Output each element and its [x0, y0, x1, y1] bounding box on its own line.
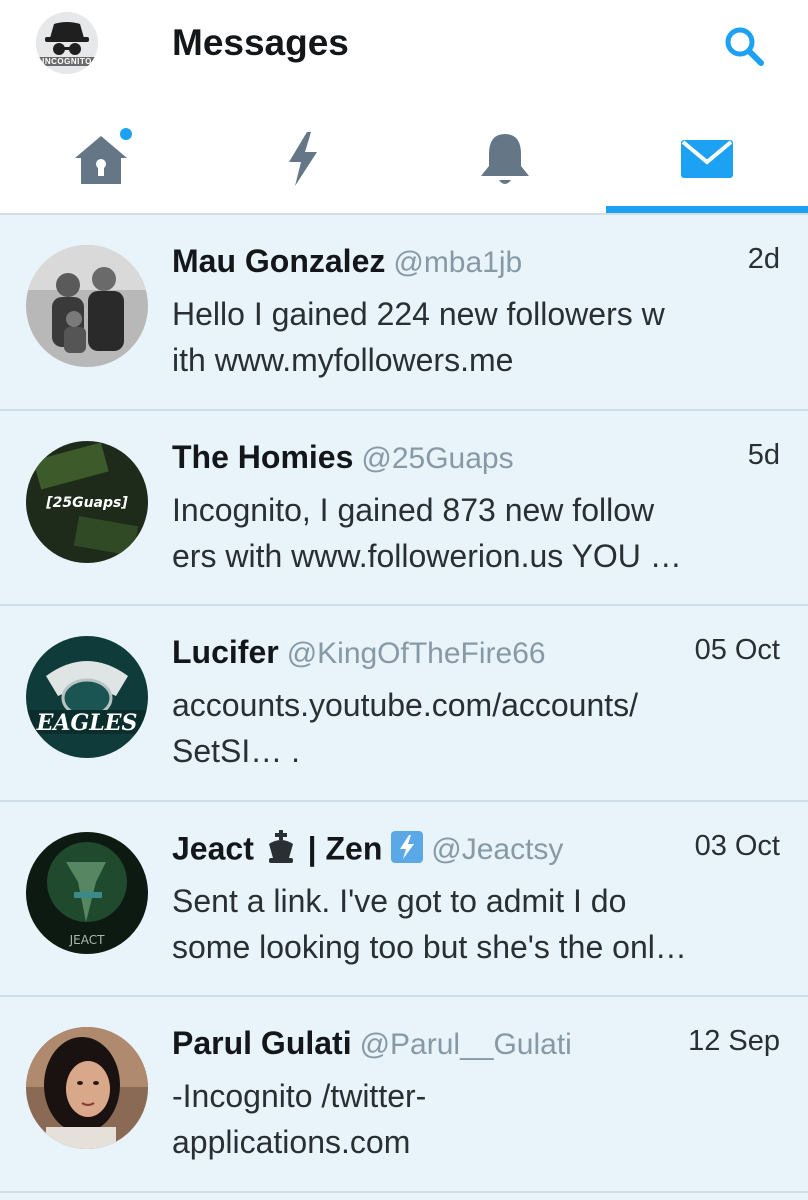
chess-king-icon	[263, 829, 299, 872]
search-button[interactable]	[722, 24, 766, 68]
top-bar: INCOGNITO Messages	[0, 0, 808, 100]
list-item[interactable]: EAGLES Lucifer @KingOfTheFire66 05 Oct ac…	[0, 606, 808, 802]
lightning-badge-icon	[391, 830, 424, 871]
message-preview: Hello I gained 224 new followers w ith w…	[172, 296, 665, 378]
timestamp: 05 Oct	[694, 634, 780, 666]
sender-name: The Homies	[172, 438, 354, 475]
tab-bar	[0, 110, 808, 215]
sender-handle: @Parul__Gulati	[359, 1028, 572, 1061]
avatar	[26, 1027, 148, 1149]
sender-name: Mau Gonzalez	[172, 243, 386, 279]
message-preview: accounts.youtube.com/accounts/ SetSI… .	[172, 687, 639, 769]
avatar-label: EAGLES	[36, 710, 138, 736]
search-icon	[725, 27, 764, 66]
sender-handle: @25Guaps	[361, 441, 514, 475]
profile-photo: EAGLES	[26, 636, 148, 758]
avatar	[26, 245, 148, 367]
profile-photo	[26, 1027, 148, 1149]
avatar: EAGLES	[26, 636, 148, 758]
list-item[interactable]: Mau Gonzalez @mba1jb 2d Hello I gained 22…	[0, 215, 808, 411]
account-tag: INCOGNITO	[38, 57, 96, 66]
sender-handle: @Jeactsy	[431, 832, 564, 866]
avatar-label: [25Guaps]	[45, 495, 128, 511]
tab-moments[interactable]	[202, 110, 404, 215]
active-tab-indicator	[606, 206, 808, 213]
home-icon	[75, 128, 132, 184]
sender-handle: @KingOfTheFire66	[286, 637, 546, 670]
avatar: [25Guaps]	[26, 440, 148, 563]
sender-name-suffix: | Zen	[307, 829, 383, 866]
avatar: JEACT	[26, 831, 148, 954]
message-preview: Sent a link. I've got to admit I do some…	[172, 882, 687, 965]
sender-name: Lucifer	[172, 634, 279, 670]
message-preview: Incognito, I gained 873 new follow ers w…	[172, 491, 682, 574]
page-title: Messages	[172, 22, 349, 63]
timestamp: 12 Sep	[688, 1025, 780, 1057]
sender-name: Parul Gulati	[172, 1025, 352, 1061]
lightning-icon	[289, 132, 317, 186]
profile-photo	[26, 245, 148, 367]
timestamp: 5d	[747, 438, 780, 471]
tab-notifications[interactable]	[404, 110, 606, 215]
avatar-label: JEACT	[69, 933, 105, 947]
bell-icon	[481, 134, 529, 184]
tab-messages[interactable]	[606, 110, 808, 215]
timestamp: 03 Oct	[694, 829, 780, 862]
message-list: Mau Gonzalez @mba1jb 2d Hello I gained 22…	[0, 215, 808, 1193]
profile-photo: [25Guaps]	[26, 440, 148, 563]
notification-dot	[120, 128, 132, 140]
message-preview: -Incognito /twitter- applications.com	[172, 1078, 427, 1160]
app-header: INCOGNITO Messages	[0, 0, 808, 215]
list-item[interactable]: JEACT Jeact | Zen @Jeactsy 03 Oct Sent a…	[0, 801, 808, 997]
list-item[interactable]: Parul Gulati @Parul__Gulati 12 Sep -Incog…	[0, 997, 808, 1193]
tab-home[interactable]	[0, 110, 202, 215]
sender-handle: @mba1jb	[393, 246, 523, 279]
timestamp: 2d	[747, 243, 780, 275]
envelope-icon	[681, 140, 733, 178]
account-avatar[interactable]: INCOGNITO	[36, 12, 98, 74]
sender-name: Jeact	[172, 829, 254, 866]
profile-photo: JEACT	[26, 831, 148, 954]
list-item[interactable]: [25Guaps] The Homies @25Guaps 5d Incognit…	[0, 410, 808, 606]
